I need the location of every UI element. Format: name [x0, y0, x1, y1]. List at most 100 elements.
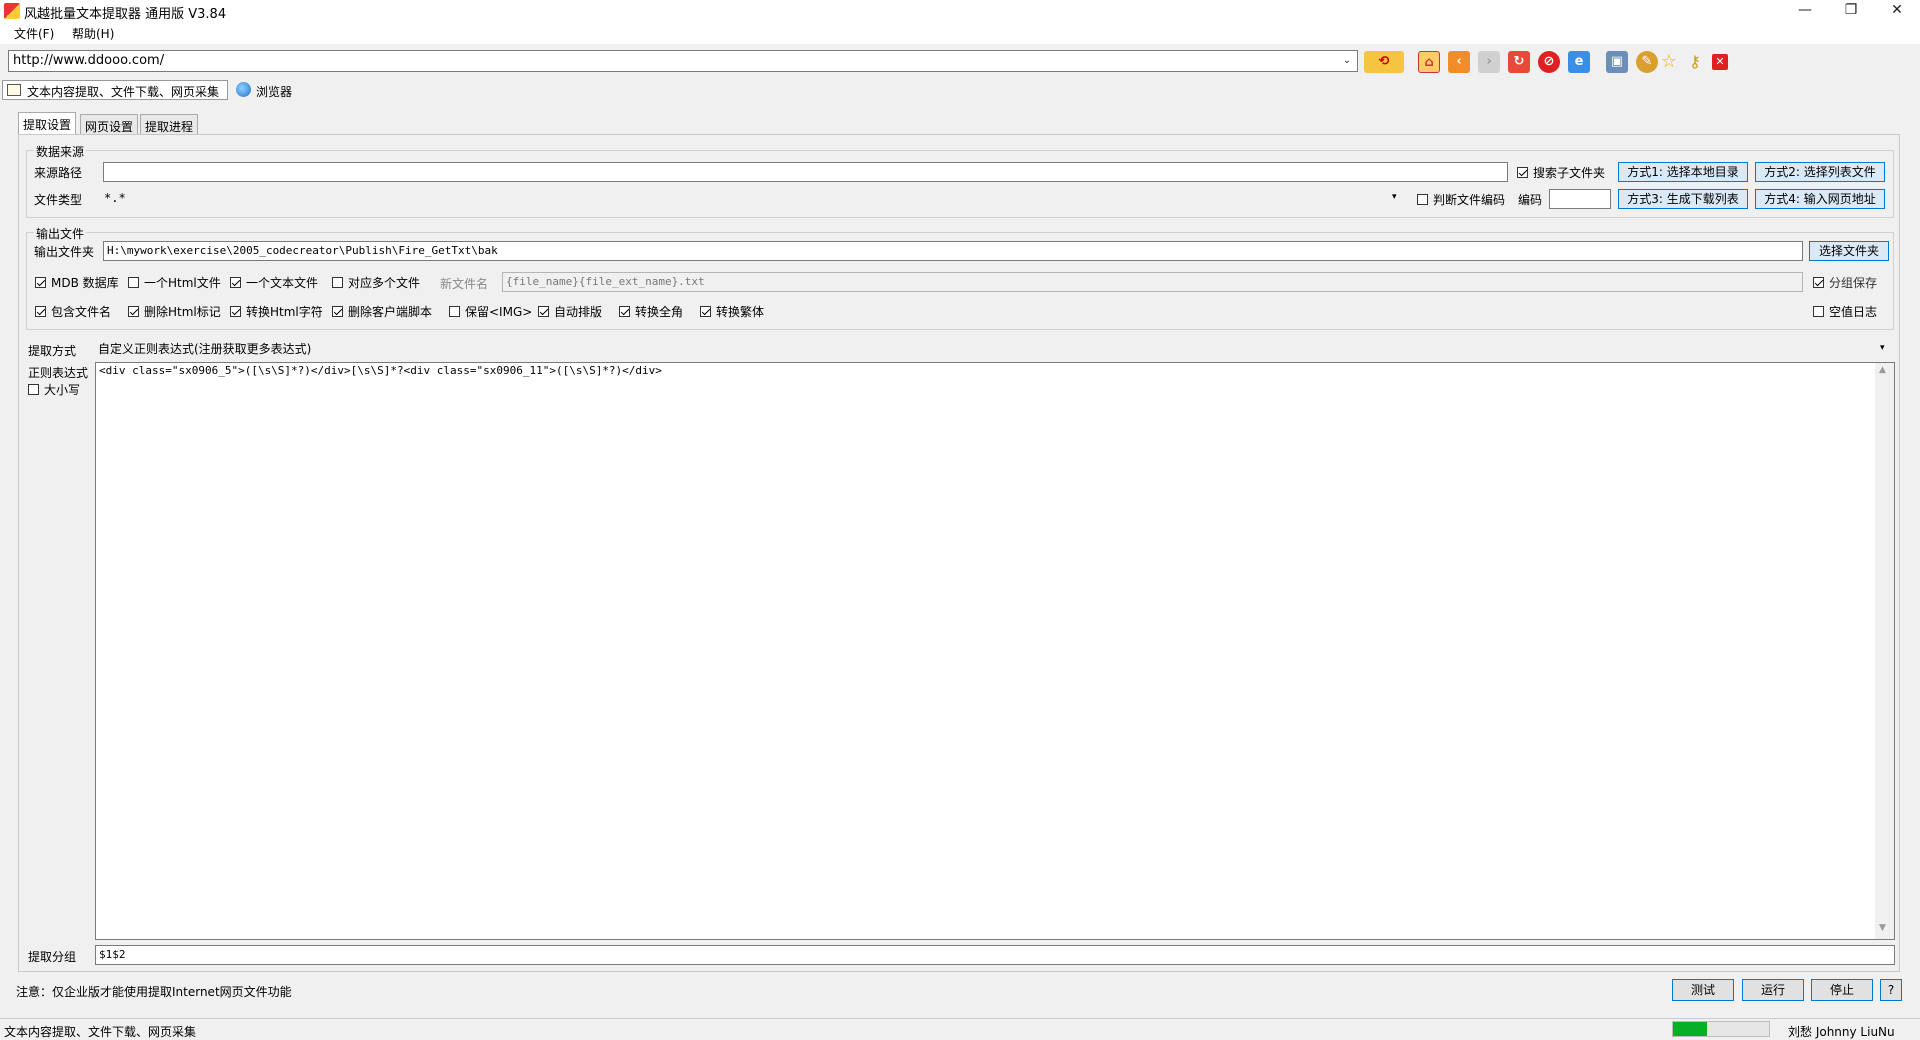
- regex-textarea[interactable]: <div class="sx0906_5">([\s\S]*?)</div>[\…: [95, 362, 1895, 940]
- globe-icon: [236, 82, 251, 97]
- favorite-icon[interactable]: ☆: [1658, 51, 1680, 73]
- detect-encoding-checkbox[interactable]: 判断文件编码: [1417, 191, 1505, 207]
- case-sensitive-checkbox[interactable]: 大小写: [28, 381, 80, 397]
- include-filename-checkbox[interactable]: 包含文件名: [35, 303, 111, 319]
- to-fullwidth-checkbox[interactable]: 转换全角: [619, 303, 683, 319]
- mode3-download-list-button[interactable]: 方式3: 生成下载列表: [1618, 189, 1748, 209]
- test-button[interactable]: 测试: [1672, 979, 1734, 1001]
- mdb-checkbox[interactable]: MDB 数据库: [35, 274, 119, 290]
- close-icon[interactable]: ✕: [1712, 54, 1728, 70]
- remove-script-checkbox[interactable]: 删除客户端脚本: [332, 303, 432, 319]
- tools-icon[interactable]: ✎: [1636, 51, 1658, 73]
- subtab-extract-progress[interactable]: 提取进程: [140, 114, 199, 134]
- output-folder-input[interactable]: H:\mywork\exercise\2005_codecreator\Publ…: [103, 241, 1803, 261]
- multi-files-label: 对应多个文件: [348, 275, 421, 290]
- empty-log-label: 空值日志: [1829, 304, 1878, 319]
- checkbox-box: [1517, 166, 1528, 178]
- tab-browser[interactable]: 浏览器: [232, 80, 298, 100]
- url-input[interactable]: http://www.ddooo.com/: [8, 50, 1358, 72]
- checkbox-box: [332, 305, 343, 317]
- status-progress-fill: [1673, 1022, 1707, 1036]
- keep-img-checkbox[interactable]: 保留<IMG>: [449, 303, 532, 319]
- convert-html-label: 转换Html字符: [246, 304, 323, 319]
- window-icon[interactable]: ▣: [1606, 51, 1628, 73]
- one-text-checkbox[interactable]: 一个文本文件: [230, 274, 318, 290]
- menu-file[interactable]: 文件(F): [14, 25, 54, 42]
- auto-format-checkbox[interactable]: 自动排版: [538, 303, 602, 319]
- subtab-extract-settings[interactable]: 提取设置: [18, 112, 77, 134]
- run-button[interactable]: 运行: [1742, 979, 1804, 1001]
- empty-log-checkbox[interactable]: 空值日志: [1813, 303, 1877, 319]
- scroll-down-icon[interactable]: ▼: [1879, 923, 1886, 933]
- checkbox-box: [1813, 305, 1824, 317]
- search-subfolder-checkbox[interactable]: 搜索子文件夹: [1517, 164, 1605, 180]
- close-window-button[interactable]: ✕: [1874, 0, 1920, 22]
- tab-text-extract[interactable]: 文本内容提取、文件下载、网页采集: [2, 80, 228, 100]
- document-icon: [7, 84, 21, 96]
- keep-img-label: 保留<IMG>: [465, 304, 533, 319]
- status-text: 文本内容提取、文件下载、网页采集: [4, 1025, 197, 1039]
- status-author: 刘愁 Johnny LiuNu: [1788, 1025, 1895, 1039]
- forward-icon[interactable]: ›: [1478, 51, 1500, 73]
- subtab-web-settings[interactable]: 网页设置: [80, 114, 139, 134]
- source-path-input[interactable]: [103, 162, 1508, 182]
- mode1-local-dir-button[interactable]: 方式1: 选择本地目录: [1618, 162, 1748, 182]
- menu-bar: 文件(F) 帮助(H): [0, 22, 1920, 44]
- stop-button[interactable]: 停止: [1811, 979, 1873, 1001]
- one-html-label: 一个Html文件: [144, 275, 221, 290]
- scroll-up-icon[interactable]: ▲: [1879, 365, 1886, 375]
- checkbox-box: [1813, 276, 1824, 288]
- go-icon[interactable]: ⟲: [1364, 51, 1404, 73]
- key-icon[interactable]: ⚷: [1684, 51, 1706, 73]
- checkbox-box: [35, 276, 46, 288]
- checkbox-box: [128, 305, 139, 317]
- include-filename-label: 包含文件名: [51, 304, 112, 319]
- checkbox-box: [332, 276, 343, 288]
- group-save-label: 分组保存: [1829, 275, 1878, 290]
- refresh-icon[interactable]: ↻: [1508, 51, 1530, 73]
- help-button[interactable]: ?: [1880, 979, 1902, 1001]
- regex-scrollbar[interactable]: ▲ ▼: [1875, 363, 1894, 939]
- multi-files-checkbox[interactable]: 对应多个文件: [332, 274, 420, 290]
- extract-mode-select[interactable]: 自定义正则表达式(注册获取更多表达式): [98, 340, 311, 357]
- to-traditional-checkbox[interactable]: 转换繁体: [700, 303, 764, 319]
- output-folder-label: 输出文件夹: [34, 245, 95, 259]
- maximize-button[interactable]: ❐: [1828, 0, 1874, 22]
- source-path-label: 来源路径: [34, 166, 83, 180]
- convert-html-checkbox[interactable]: 转换Html字符: [230, 303, 323, 319]
- url-dropdown-button[interactable]: ⌄: [1338, 52, 1356, 70]
- checkbox-box: [449, 305, 460, 317]
- checkbox-box: [1417, 193, 1428, 205]
- extract-group-input[interactable]: $1$2: [95, 945, 1895, 965]
- group-save-checkbox[interactable]: 分组保存: [1813, 274, 1877, 290]
- mode4-web-address-button[interactable]: 方式4: 输入网页地址: [1755, 189, 1885, 209]
- detect-encoding-label: 判断文件编码: [1433, 192, 1506, 207]
- encoding-input[interactable]: [1549, 189, 1611, 209]
- extract-mode-dropdown-icon[interactable]: ▾: [1880, 343, 1885, 353]
- stop-icon[interactable]: ⊘: [1538, 51, 1560, 73]
- tab-text-extract-label: 文本内容提取、文件下载、网页采集: [27, 85, 220, 99]
- checkbox-box: [35, 305, 46, 317]
- choose-folder-button[interactable]: 选择文件夹: [1809, 241, 1889, 261]
- title-bar: 风越批量文本提取器 通用版 V3.84 — ❐ ✕: [0, 0, 1920, 22]
- ie-icon[interactable]: e: [1568, 51, 1590, 73]
- extract-mode-label: 提取方式: [28, 344, 77, 358]
- mode2-list-file-button[interactable]: 方式2: 选择列表文件: [1755, 162, 1885, 182]
- menu-help[interactable]: 帮助(H): [72, 25, 114, 42]
- checkbox-box: [230, 276, 241, 288]
- search-subfolder-label: 搜索子文件夹: [1533, 165, 1606, 180]
- checkbox-box: [619, 305, 630, 317]
- remove-html-checkbox[interactable]: 删除Html标记: [128, 303, 221, 319]
- one-html-checkbox[interactable]: 一个Html文件: [128, 274, 221, 290]
- file-type-dropdown-icon[interactable]: ▾: [1392, 192, 1397, 202]
- minimize-button[interactable]: —: [1782, 0, 1828, 22]
- file-type-value[interactable]: *.*: [104, 191, 126, 205]
- status-progress: [1672, 1021, 1770, 1037]
- output-label: 输出文件: [34, 225, 87, 242]
- auto-format-label: 自动排版: [554, 304, 603, 319]
- case-sensitive-label: 大小写: [44, 382, 81, 397]
- new-filename-input[interactable]: {file_name}{file_ext_name}.txt: [502, 272, 1803, 292]
- back-icon[interactable]: ‹: [1448, 51, 1470, 73]
- to-traditional-label: 转换繁体: [716, 304, 765, 319]
- home-icon[interactable]: ⌂: [1418, 51, 1440, 73]
